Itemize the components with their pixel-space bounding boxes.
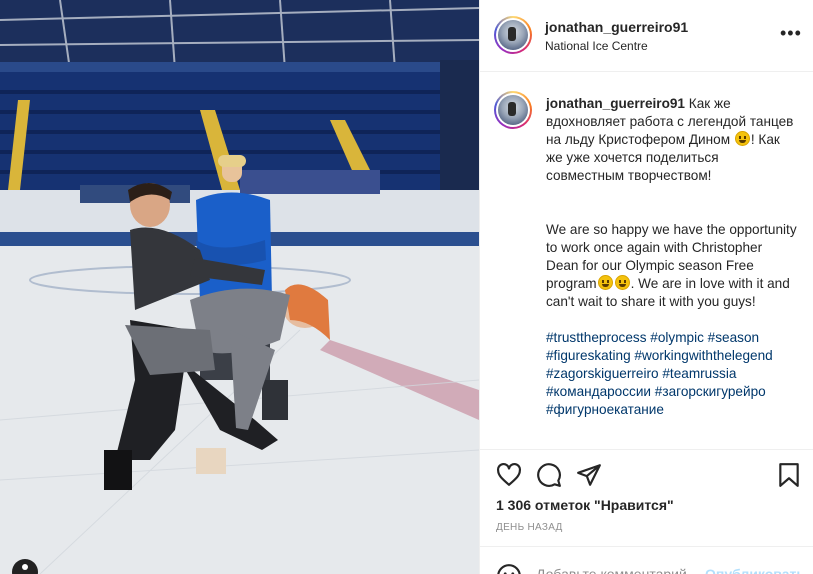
likes-count[interactable]: 1 306 отметок "Нравится" bbox=[496, 497, 674, 513]
bookmark-icon[interactable] bbox=[776, 462, 802, 488]
caption-avatar[interactable] bbox=[494, 91, 532, 129]
speech-bubble-icon[interactable] bbox=[536, 462, 562, 488]
paper-plane-icon[interactable] bbox=[576, 462, 602, 488]
smiley-icon[interactable] bbox=[496, 563, 522, 574]
author-username[interactable]: jonathan_guerreiro91 bbox=[545, 19, 688, 35]
post-location[interactable]: National Ice Centre bbox=[545, 39, 648, 53]
post-caption: jonathan_guerreiro91 Как же вдохновляет … bbox=[546, 95, 798, 419]
comment-bar: Опубликовать bbox=[480, 546, 813, 574]
ice-rink-photo bbox=[0, 0, 479, 574]
grinning-emoji-icon bbox=[734, 131, 750, 146]
more-options-button[interactable]: ••• bbox=[780, 24, 801, 46]
grinning-emoji-icon bbox=[597, 275, 613, 290]
post-actions: 1 306 отметок "Нравится" ДЕНЬ НАЗАД Опуб… bbox=[480, 449, 813, 574]
publish-button[interactable]: Опубликовать bbox=[705, 566, 805, 574]
caption-username[interactable]: jonathan_guerreiro91 bbox=[546, 96, 685, 111]
avatar[interactable] bbox=[494, 16, 532, 54]
grinning-emoji-icon bbox=[614, 275, 630, 290]
post-sidebar: jonathan_guerreiro91 National Ice Centre… bbox=[479, 0, 813, 574]
heart-icon[interactable] bbox=[496, 462, 522, 488]
caption-hashtags[interactable]: #trusttheprocess #olympic #season #figur… bbox=[546, 329, 798, 419]
post-timestamp[interactable]: ДЕНЬ НАЗАД bbox=[496, 522, 563, 533]
post-header: jonathan_guerreiro91 National Ice Centre… bbox=[480, 0, 813, 72]
post-photo[interactable] bbox=[0, 0, 479, 574]
